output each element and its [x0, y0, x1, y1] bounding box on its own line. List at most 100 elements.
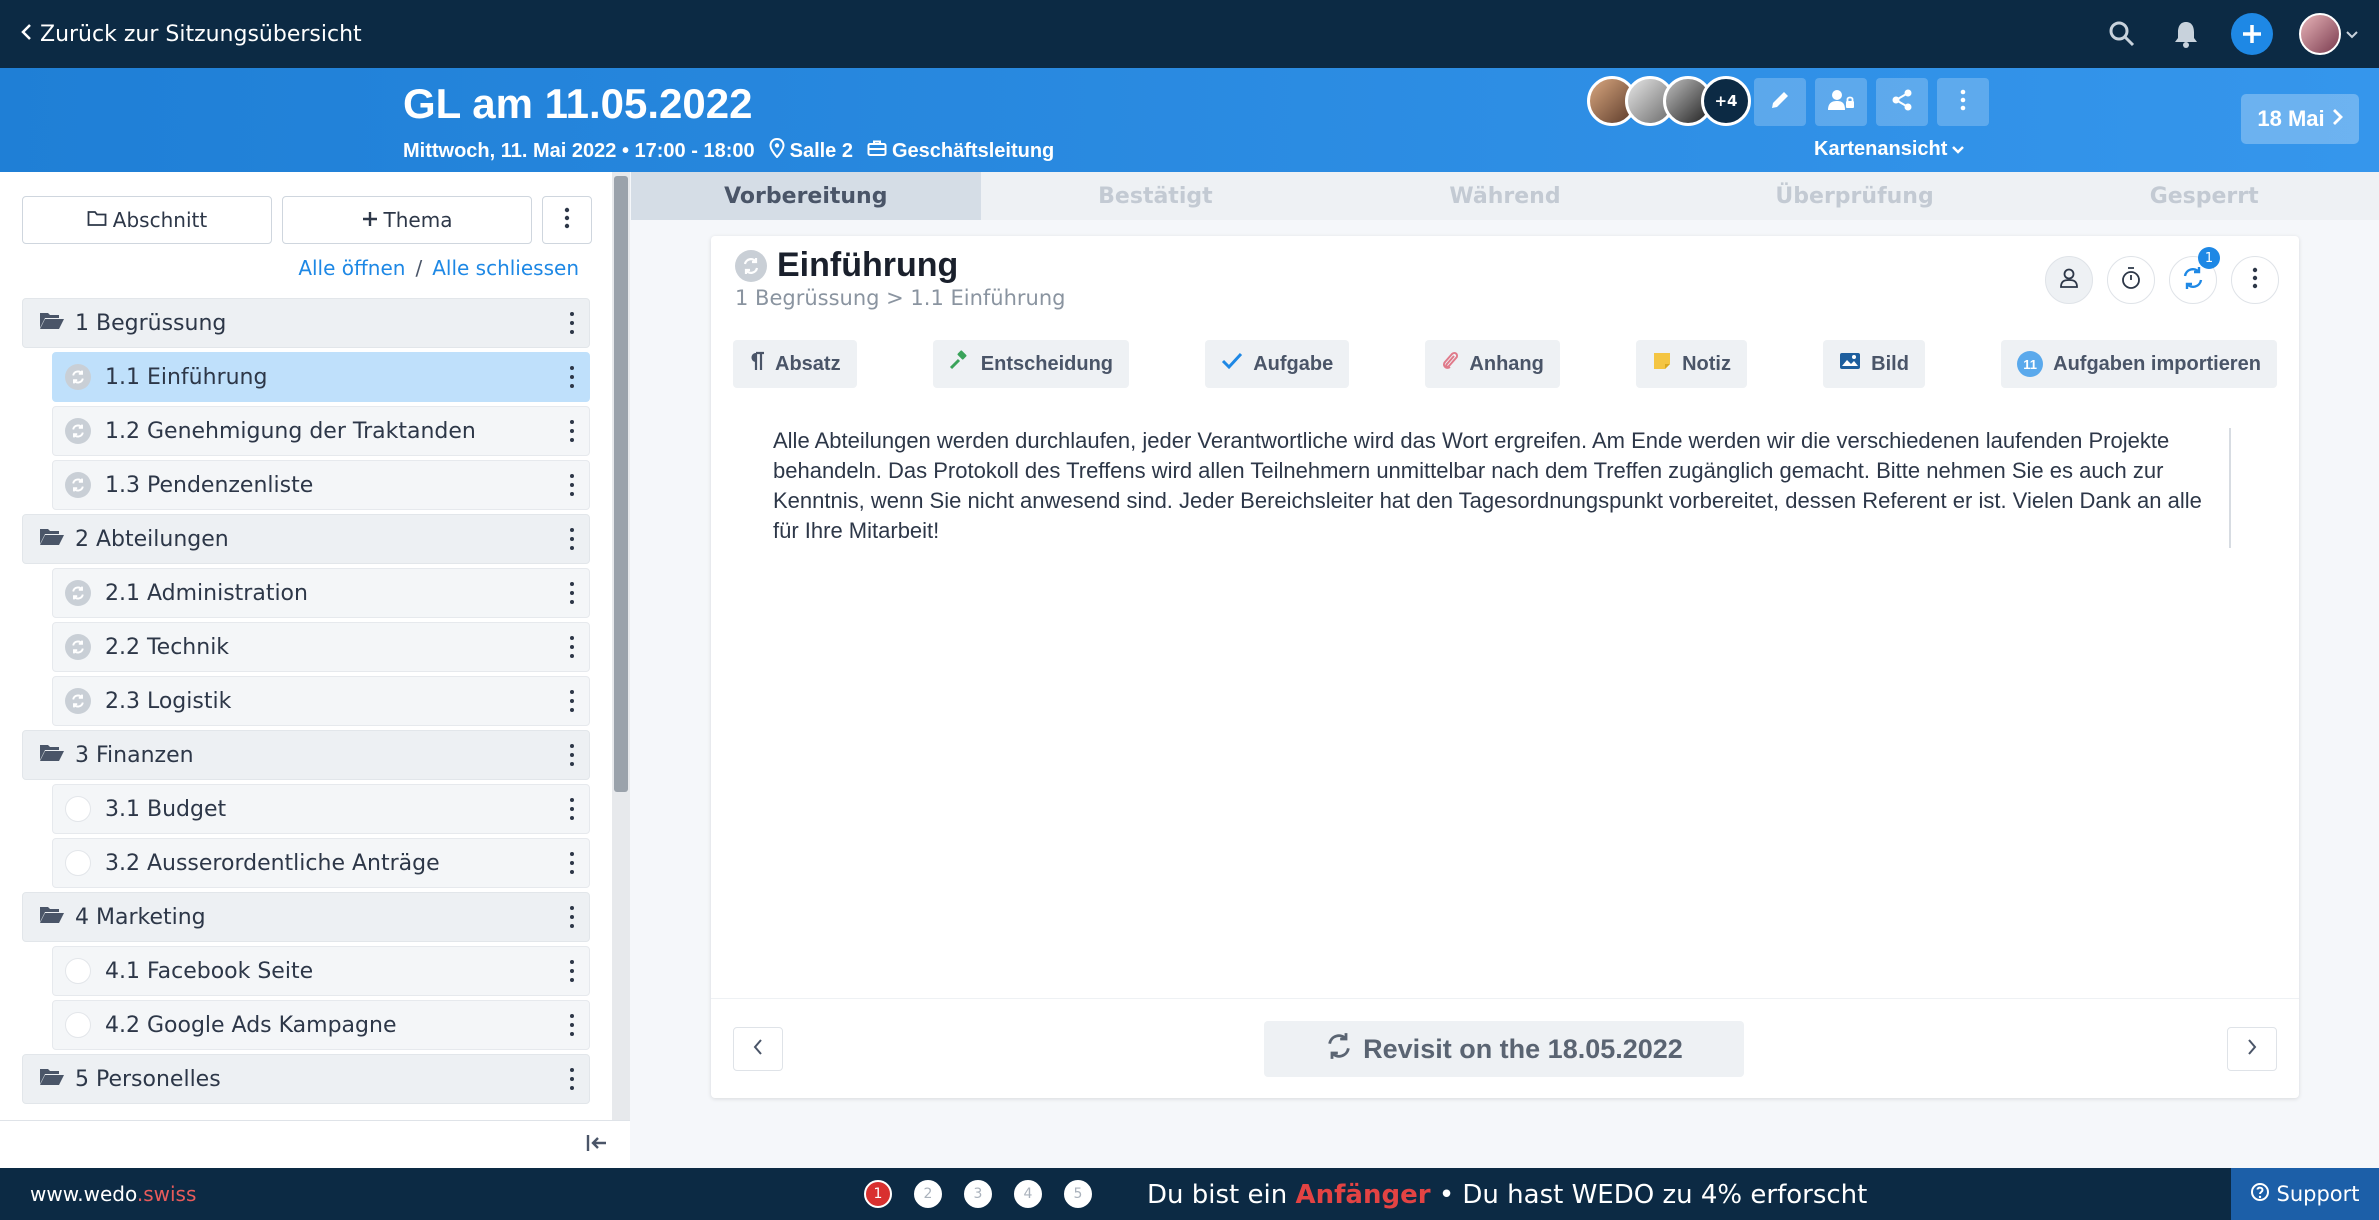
- paragraph-icon: [749, 351, 765, 377]
- progress-dot[interactable]: 4: [1014, 1180, 1042, 1208]
- agenda-item-label: 3.2 Ausserordentliche Anträge: [105, 850, 440, 876]
- status-step[interactable]: Bestätigt: [980, 172, 1331, 220]
- next-meeting-button[interactable]: 18 Mai: [2241, 94, 2359, 144]
- item-menu-icon[interactable]: [569, 960, 575, 982]
- item-menu-icon[interactable]: [569, 474, 575, 496]
- participants-list[interactable]: +4: [1587, 76, 1751, 126]
- plus-icon[interactable]: [2231, 13, 2273, 55]
- user-menu[interactable]: [2299, 13, 2359, 55]
- agenda-item[interactable]: 1.1 Einführung: [52, 352, 590, 402]
- pencil-icon: [1768, 88, 1792, 116]
- item-menu-icon[interactable]: [569, 798, 575, 820]
- back-to-overview-link[interactable]: Zurück zur Sitzungsübersicht: [20, 22, 362, 47]
- add-section-button[interactable]: Abschnitt: [22, 196, 272, 244]
- chevron-left-icon: [20, 22, 34, 47]
- manage-participants-button[interactable]: [1815, 78, 1867, 126]
- sync-status-icon: [65, 364, 91, 390]
- import-tasks-button[interactable]: 11 Aufgaben importieren: [2001, 340, 2277, 388]
- user-avatar[interactable]: [2299, 13, 2341, 55]
- agenda-item[interactable]: 3.1 Budget: [52, 784, 590, 834]
- support-button[interactable]: Support: [2231, 1168, 2379, 1220]
- links-separator: /: [415, 256, 423, 280]
- add-paragraph-button[interactable]: Absatz: [733, 340, 857, 388]
- agenda-section[interactable]: 1 Begrüssung: [22, 298, 590, 348]
- progress-dot[interactable]: 1: [864, 1180, 892, 1208]
- item-menu-icon[interactable]: [569, 366, 575, 388]
- agenda-item[interactable]: 2.3 Logistik: [52, 676, 590, 726]
- item-menu-icon[interactable]: [569, 690, 575, 712]
- agenda-item[interactable]: 2.2 Technik: [52, 622, 590, 672]
- add-task-button[interactable]: Aufgabe: [1205, 340, 1350, 388]
- progress-dot[interactable]: 5: [1064, 1180, 1092, 1208]
- agenda-item-label: 4.1 Facebook Seite: [105, 958, 314, 984]
- more-options-button[interactable]: [1937, 78, 1989, 126]
- section-label: 2 Abteilungen: [75, 526, 229, 552]
- agenda-item[interactable]: 4.1 Facebook Seite: [52, 946, 590, 996]
- site-link[interactable]: www.wedo.swiss: [30, 1182, 196, 1206]
- status-step[interactable]: Während: [1330, 172, 1680, 220]
- agenda-item[interactable]: 4.2 Google Ads Kampagne: [52, 1000, 590, 1050]
- status-step[interactable]: Gesperrt: [2029, 172, 2379, 220]
- sidebar-more-button[interactable]: [542, 196, 592, 244]
- chevron-right-icon: [2331, 106, 2343, 132]
- revisit-sync-button[interactable]: 1: [2169, 247, 2220, 304]
- open-all-link[interactable]: Alle öffnen: [298, 256, 405, 280]
- agenda-item[interactable]: 2.1 Administration: [52, 568, 590, 618]
- item-menu-icon[interactable]: [569, 744, 575, 766]
- item-menu-icon[interactable]: [569, 1014, 575, 1036]
- import-count-badge: 11: [2017, 351, 2044, 377]
- timer-button[interactable]: [2107, 256, 2155, 304]
- collapse-left-icon: [585, 1133, 609, 1157]
- search-icon[interactable]: [2103, 15, 2141, 53]
- add-decision-button[interactable]: Entscheidung: [932, 340, 1130, 388]
- revisit-button[interactable]: Revisit on the 18.05.2022: [1264, 1021, 1744, 1077]
- empty-status-icon: [65, 958, 91, 984]
- card-more-button[interactable]: [2231, 256, 2279, 304]
- previous-topic-button[interactable]: [733, 1027, 783, 1071]
- agenda-section[interactable]: 3 Finanzen: [22, 730, 590, 780]
- agenda-item[interactable]: 1.3 Pendenzenliste: [52, 460, 590, 510]
- progress-dot[interactable]: 2: [914, 1180, 942, 1208]
- agenda-section[interactable]: 5 Personelles: [22, 1054, 590, 1104]
- item-menu-icon[interactable]: [569, 420, 575, 442]
- plus-icon: [362, 208, 378, 232]
- share-button[interactable]: [1876, 78, 1928, 126]
- agenda-section[interactable]: 4 Marketing: [22, 892, 590, 942]
- participants-more-badge[interactable]: +4: [1701, 76, 1751, 126]
- paperclip-icon: [1441, 350, 1459, 378]
- item-menu-icon[interactable]: [569, 582, 575, 604]
- add-note-button[interactable]: Notiz: [1636, 340, 1747, 388]
- close-all-link[interactable]: Alle schliessen: [432, 256, 579, 280]
- status-step[interactable]: Vorbereitung: [631, 172, 981, 220]
- item-menu-icon[interactable]: [569, 906, 575, 928]
- collapse-sidebar-button[interactable]: [582, 1131, 612, 1159]
- add-topic-button[interactable]: Thema: [282, 196, 532, 244]
- status-step[interactable]: Überprüfung: [1679, 172, 2030, 220]
- item-menu-icon[interactable]: [569, 312, 575, 334]
- agenda-item[interactable]: 3.2 Ausserordentliche Anträge: [52, 838, 590, 888]
- progress-dot[interactable]: 3: [964, 1180, 992, 1208]
- item-menu-icon[interactable]: [569, 1068, 575, 1090]
- scrollbar-thumb[interactable]: [614, 176, 628, 792]
- topic-content-text[interactable]: Alle Abteilungen werden durchlaufen, jed…: [773, 426, 2213, 546]
- add-image-button[interactable]: Bild: [1823, 340, 1925, 388]
- item-menu-icon[interactable]: [569, 528, 575, 550]
- agenda-item-label: 1.3 Pendenzenliste: [105, 472, 314, 498]
- item-menu-icon[interactable]: [569, 636, 575, 658]
- meeting-meta: Mittwoch, 11. Mai 2022 • 17:00 - 18:00 S…: [403, 137, 1054, 164]
- agenda-section[interactable]: 2 Abteilungen: [22, 514, 590, 564]
- sync-count-badge: 1: [2198, 247, 2220, 269]
- edit-meeting-button[interactable]: [1754, 78, 1806, 126]
- meeting-header: GL am 11.05.2022 Mittwoch, 11. Mai 2022 …: [0, 68, 2379, 172]
- bell-icon[interactable]: [2167, 15, 2205, 53]
- assign-user-button[interactable]: [2045, 256, 2093, 304]
- agenda-item-label: 3.1 Budget: [105, 796, 227, 822]
- item-menu-icon[interactable]: [569, 852, 575, 874]
- agenda-item[interactable]: 1.2 Genehmigung der Traktanden: [52, 406, 590, 456]
- add-attachment-button[interactable]: Anhang: [1425, 340, 1560, 388]
- sync-status-icon: [65, 634, 91, 660]
- sync-status-icon: [65, 418, 91, 444]
- view-mode-select[interactable]: Kartenansicht: [1814, 138, 1965, 161]
- next-topic-button[interactable]: [2227, 1027, 2277, 1071]
- sidebar-scrollbar[interactable]: [612, 172, 630, 1120]
